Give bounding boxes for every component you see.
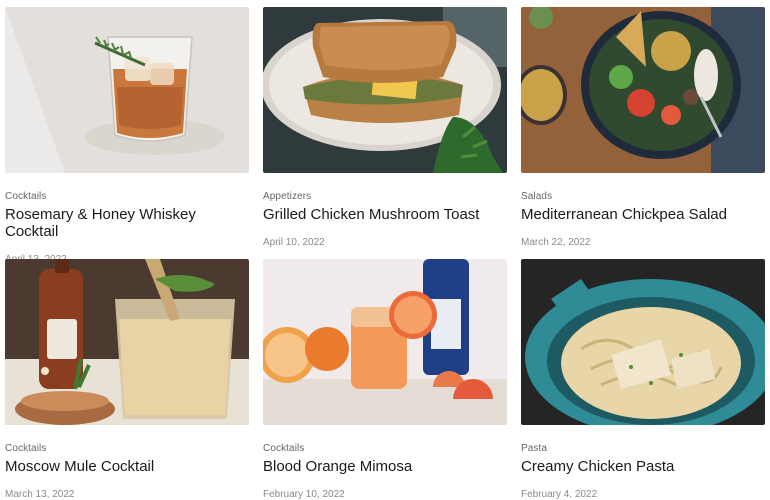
recipe-card[interactable]: Appetizers Grilled Chicken Mushroom Toas… [263,0,507,251]
recipe-date: March 13, 2022 [5,489,75,500]
recipe-category[interactable]: Salads [521,191,765,202]
recipe-title[interactable]: Mediterranean Chickpea Salad [521,206,765,223]
recipe-date: March 22, 2022 [521,237,591,248]
recipe-category[interactable]: Cocktails [5,191,249,202]
recipe-card-link[interactable]: Appetizers Grilled Chicken Mushroom Toas… [263,7,507,248]
whiskey-cocktail-image[interactable] [5,7,249,173]
recipe-date: February 10, 2022 [263,489,345,500]
recipe-card[interactable]: Cocktails Blood Orange Mimosa February 1… [263,251,507,500]
recipe-date: April 10, 2022 [263,237,325,248]
moscow-mule-image[interactable] [5,259,249,425]
recipe-card[interactable]: Pasta Creamy Chicken Pasta February 4, 2… [521,251,765,500]
chickpea-salad-image[interactable] [521,7,765,173]
chicken-pasta-image[interactable] [521,259,765,425]
recipe-category[interactable]: Cocktails [263,443,507,454]
recipe-card-link[interactable]: Salads Mediterranean Chickpea Salad Marc… [521,7,765,248]
blood-orange-mimosa-image[interactable] [263,259,507,425]
recipe-title[interactable]: Rosemary & Honey Whiskey Cocktail [5,206,249,240]
recipe-card-link[interactable]: Cocktails Blood Orange Mimosa February 1… [263,259,507,500]
recipe-date: February 4, 2022 [521,489,598,500]
recipe-title[interactable]: Moscow Mule Cocktail [5,458,249,475]
recipe-category[interactable]: Appetizers [263,191,507,202]
recipe-title[interactable]: Creamy Chicken Pasta [521,458,765,475]
recipe-card-link[interactable]: Cocktails Rosemary & Honey Whiskey Cockt… [5,7,249,265]
recipe-card-link[interactable]: Pasta Creamy Chicken Pasta February 4, 2… [521,259,765,500]
recipe-category[interactable]: Pasta [521,443,765,454]
recipe-title[interactable]: Grilled Chicken Mushroom Toast [263,206,507,223]
recipe-title[interactable]: Blood Orange Mimosa [263,458,507,475]
recipe-card[interactable]: Cocktails Rosemary & Honey Whiskey Cockt… [5,0,249,265]
recipe-category[interactable]: Cocktails [5,443,249,454]
recipe-card[interactable]: Salads Mediterranean Chickpea Salad Marc… [521,0,765,251]
recipe-grid: Cocktails Rosemary & Honey Whiskey Cockt… [0,0,770,500]
recipe-card-link[interactable]: Cocktails Moscow Mule Cocktail March 13,… [5,259,249,500]
grilled-toast-image[interactable] [263,7,507,173]
recipe-card[interactable]: Cocktails Moscow Mule Cocktail March 13,… [5,251,249,500]
